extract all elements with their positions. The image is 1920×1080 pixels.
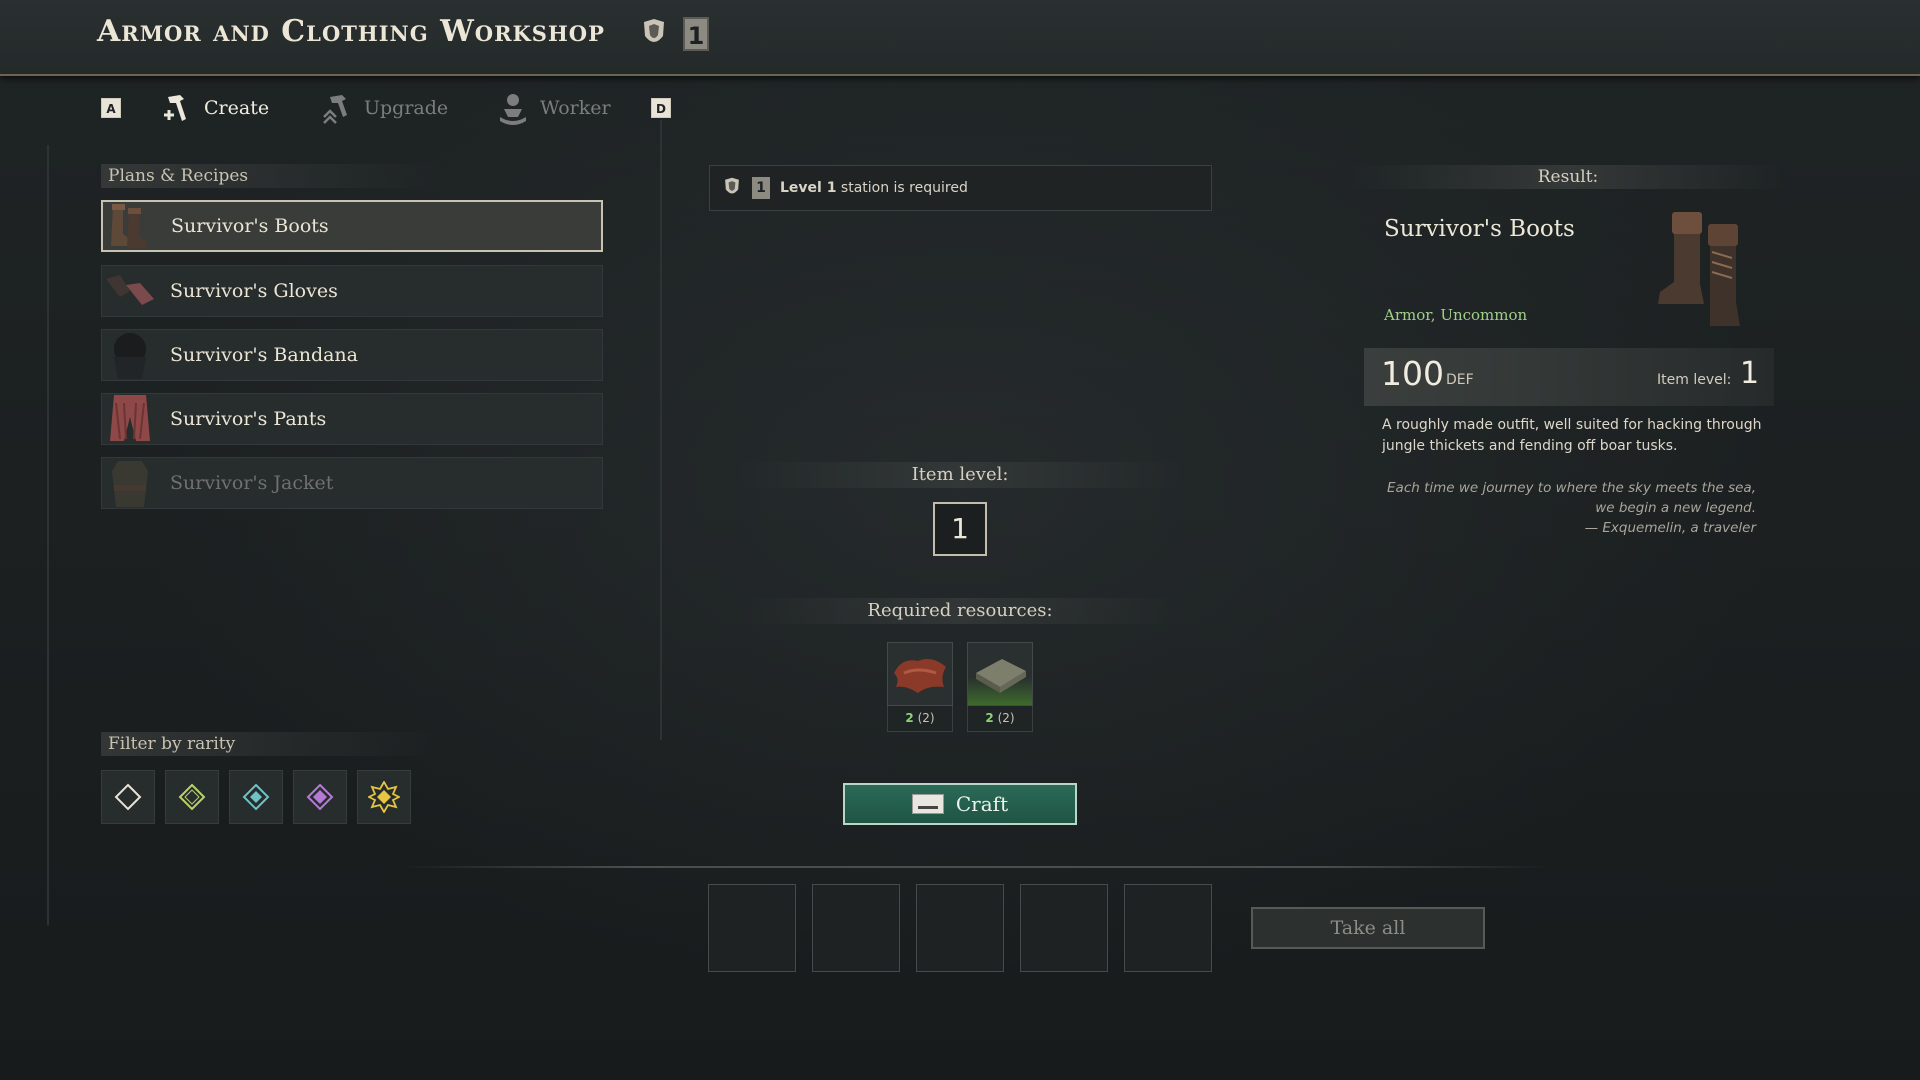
hammer-upgrade-icon xyxy=(323,95,347,124)
gloves-thumbnail xyxy=(102,265,158,317)
required-resources-label: Required resources: xyxy=(740,598,1180,624)
recipe-name: Survivor's Bandana xyxy=(170,344,358,366)
resource-slot[interactable]: 2 (2) xyxy=(967,642,1033,734)
title-bar: Armor and Clothing Workshop 1 xyxy=(0,0,1920,76)
item-flavor-quote: Each time we journey to where the sky me… xyxy=(1380,478,1756,538)
boots-image xyxy=(1658,212,1740,326)
tab-upgrade[interactable]: Upgrade xyxy=(320,90,448,126)
rarity-filter-legendary[interactable] xyxy=(357,770,411,824)
result-item-type: Armor, Uncommon xyxy=(1384,306,1528,324)
bandana-thumbnail xyxy=(102,329,158,381)
workshop-crest-icon xyxy=(644,19,664,42)
star-diamond-icon xyxy=(368,781,400,813)
hide-resource-icon xyxy=(887,642,953,706)
recipe-name: Survivor's Boots xyxy=(171,215,329,237)
quote-line: Each time we journey to where the sky me… xyxy=(1387,480,1756,496)
item-level-value: 1 xyxy=(933,502,987,556)
tab-create[interactable]: Create xyxy=(160,90,269,126)
jacket-thumbnail xyxy=(102,457,158,509)
hammer-plus-icon xyxy=(164,95,186,121)
recipe-name: Survivor's Jacket xyxy=(170,472,334,494)
resource-have: 2 xyxy=(985,711,994,725)
diamond-icon xyxy=(114,783,142,811)
result-header: Result: xyxy=(1353,165,1783,189)
rarity-filter-common[interactable] xyxy=(101,770,155,824)
tab-create-label: Create xyxy=(204,97,270,119)
recipe-item[interactable]: Survivor's Gloves xyxy=(101,265,603,317)
resource-need: (2) xyxy=(917,711,935,725)
column-divider xyxy=(660,120,662,740)
requirement-level-text: Level 1 xyxy=(780,180,837,196)
left-border xyxy=(47,145,49,925)
result-item-level-value: 1 xyxy=(1740,356,1760,391)
recipe-item[interactable]: Survivor's Pants xyxy=(101,393,603,445)
cloth-resource-icon xyxy=(967,642,1033,706)
output-slot[interactable] xyxy=(1124,884,1212,972)
prev-tab-key[interactable]: A xyxy=(101,98,121,118)
resource-slot[interactable]: 2 (2) xyxy=(887,642,953,734)
station-level-badge: 1 xyxy=(683,17,709,51)
result-item-name: Survivor's Boots xyxy=(1384,216,1575,242)
recipes-header: Plans & Recipes xyxy=(101,164,441,188)
resource-need: (2) xyxy=(997,711,1015,725)
recipe-item[interactable]: Survivor's Boots xyxy=(101,200,603,252)
requirement-level-badge: 1 xyxy=(752,177,770,199)
rarity-filter-epic[interactable] xyxy=(293,770,347,824)
recipe-name: Survivor's Gloves xyxy=(170,280,338,302)
diamond-icon xyxy=(306,783,334,811)
recipe-item[interactable]: Survivor's Bandana xyxy=(101,329,603,381)
item-level-label: Item level: xyxy=(740,462,1180,488)
pants-thumbnail xyxy=(102,393,158,445)
filter-header: Filter by rarity xyxy=(101,732,441,756)
diamond-icon xyxy=(242,783,270,811)
recipe-name: Survivor's Pants xyxy=(170,408,327,430)
next-tab-key[interactable]: D xyxy=(651,98,671,118)
rarity-filter-uncommon[interactable] xyxy=(165,770,219,824)
page-title: Armor and Clothing Workshop xyxy=(97,14,605,49)
craft-button[interactable]: Craft xyxy=(843,783,1077,825)
boots-thumbnail xyxy=(103,200,159,252)
output-slot[interactable] xyxy=(916,884,1004,972)
worker-icon xyxy=(500,94,526,125)
craft-label: Craft xyxy=(955,792,1009,816)
tab-upgrade-label: Upgrade xyxy=(364,97,449,119)
output-slot[interactable] xyxy=(812,884,900,972)
rarity-filter-rare[interactable] xyxy=(229,770,283,824)
station-requirement: 1 Level 1 station is required xyxy=(709,165,1212,211)
recipe-item[interactable]: Survivor's Jacket xyxy=(101,457,603,509)
defense-value: 100 xyxy=(1381,354,1444,393)
spacebar-key-icon xyxy=(911,794,944,814)
quote-line: we begin a new legend. xyxy=(1595,500,1756,516)
diamond-icon xyxy=(178,783,206,811)
take-all-button[interactable]: Take all xyxy=(1251,907,1485,949)
output-slot[interactable] xyxy=(708,884,796,972)
item-description: A roughly made outfit, well suited for h… xyxy=(1382,417,1762,454)
resource-have: 2 xyxy=(905,711,914,725)
quote-author: — Exquemelin, a traveler xyxy=(1584,520,1756,536)
defense-unit: DEF xyxy=(1446,372,1474,388)
requirement-suffix: station is required xyxy=(840,180,968,196)
output-divider xyxy=(400,866,1550,868)
output-slot[interactable] xyxy=(1020,884,1108,972)
workshop-crest-icon xyxy=(725,177,739,194)
result-item-level-label: Item level: xyxy=(1657,372,1732,388)
tab-worker-label: Worker xyxy=(540,97,611,119)
tab-worker[interactable]: Worker xyxy=(496,90,611,126)
